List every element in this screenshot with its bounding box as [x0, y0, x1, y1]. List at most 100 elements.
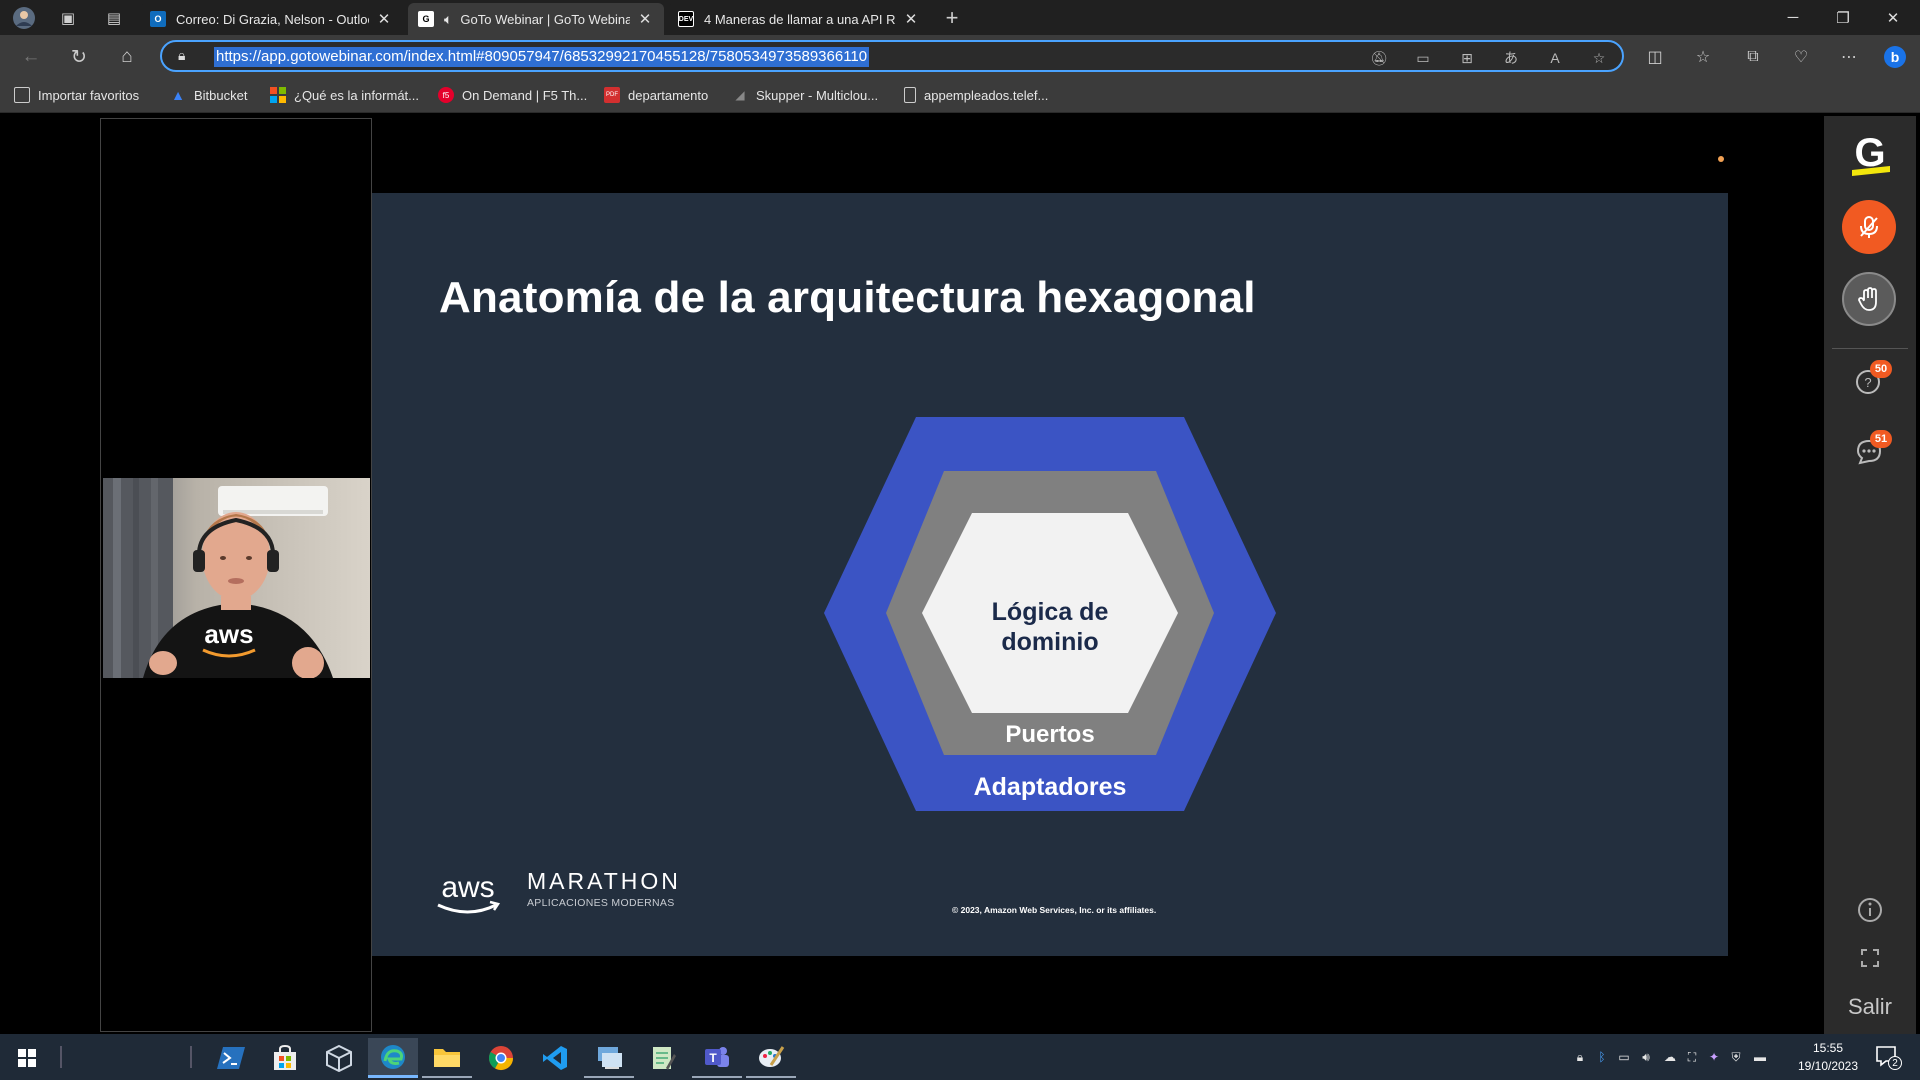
virtualbox-icon: [326, 1044, 352, 1072]
taskbar-chrome[interactable]: [476, 1038, 526, 1078]
sidebar-divider: [1832, 348, 1908, 349]
collections-icon[interactable]: ⧉: [1738, 42, 1768, 72]
raise-hand-button[interactable]: [1842, 272, 1896, 326]
bookmark-departamento[interactable]: PDF departamento: [604, 85, 708, 105]
microphone-button[interactable]: [1842, 200, 1896, 254]
presenter-webcam[interactable]: aws: [103, 478, 370, 678]
network-icon[interactable]: ▭: [1616, 1049, 1632, 1065]
volume-icon[interactable]: 🔊︎: [1638, 1049, 1654, 1065]
favorites-icon[interactable]: ☆: [1688, 42, 1718, 72]
audio-playing-icon[interactable]: 🔈︎: [444, 11, 452, 28]
back-icon[interactable]: ←: [16, 42, 46, 72]
shirt-logo-text: aws: [204, 619, 253, 649]
taskbar-notepad[interactable]: [638, 1038, 688, 1078]
presentation-slide: Anatomía de la arquitectura hexagonal Ló…: [372, 193, 1728, 956]
fullscreen-button[interactable]: [1858, 946, 1882, 970]
bookmark-label: Skupper - Multiclou...: [756, 87, 879, 103]
taskbar-divider: [60, 1046, 62, 1068]
taskbar-teams[interactable]: T: [692, 1038, 742, 1078]
profile-avatar[interactable]: [10, 4, 38, 32]
close-window-icon[interactable]: ✕: [1870, 0, 1916, 35]
svg-text:b: b: [1891, 49, 1900, 65]
questions-badge: 50: [1870, 360, 1892, 378]
favorite-star-icon[interactable]: ☆: [1588, 48, 1610, 68]
read-aloud-icon[interactable]: A: [1544, 48, 1566, 68]
info-button[interactable]: [1856, 896, 1884, 924]
notifications-blocked-icon[interactable]: 🔕︎: [1368, 48, 1390, 68]
taskbar-edge[interactable]: [368, 1038, 418, 1078]
bookmark-skupper[interactable]: ◢ Skupper - Multiclou...: [732, 85, 878, 105]
bookmark-appempleados[interactable]: appempleados.telef...: [904, 85, 1048, 105]
bookmark-label: appempleados.telef...: [924, 87, 1049, 103]
folder-icon: [434, 1049, 460, 1067]
event-subtitle: APLICACIONES MODERNAS: [527, 897, 675, 909]
vpn-tray-icon[interactable]: 🔒︎: [1572, 1049, 1588, 1065]
goto-icon: G: [418, 11, 434, 27]
tab-title: Correo: Di Grazia, Nelson - Outlook: [176, 11, 369, 27]
bookmark-import[interactable]: Importar favoritos: [14, 85, 139, 105]
lock-icon[interactable]: 🔒︎: [178, 47, 185, 64]
split-screen-icon[interactable]: ◫: [1640, 42, 1670, 72]
more-options-icon[interactable]: ⋯: [1834, 42, 1864, 72]
paint-icon: [759, 1046, 785, 1067]
new-tab-button[interactable]: +: [938, 4, 966, 32]
domain-logic-line1: Lógica de: [991, 598, 1109, 626]
chat-button[interactable]: 51: [1854, 430, 1892, 468]
pdf-icon: PDF: [604, 87, 620, 103]
goto-sidebar: G ? 50 51 Salir: [1824, 116, 1916, 1034]
teams-tray-icon[interactable]: ✦: [1706, 1049, 1722, 1065]
grid-icon[interactable]: ⊞: [1456, 48, 1478, 68]
svg-text:T: T: [709, 1051, 717, 1065]
browser-titlebar: ▣ ▤ O Correo: Di Grazia, Nelson - Outloo…: [0, 0, 1920, 35]
tab-actions-icon[interactable]: ▤: [100, 4, 128, 32]
teams-icon: T: [705, 1047, 729, 1067]
taskbar-file-explorer[interactable]: [422, 1038, 472, 1078]
vscode-icon: [543, 1046, 567, 1070]
app-available-icon[interactable]: ▭: [1412, 48, 1434, 68]
home-icon[interactable]: ⌂: [112, 42, 142, 72]
tab-outlook[interactable]: O Correo: Di Grazia, Nelson - Outlook ✕: [140, 3, 403, 35]
bookmark-bitbucket[interactable]: ▲ Bitbucket: [170, 85, 247, 105]
edge-icon: [381, 1044, 405, 1069]
restore-icon[interactable]: ❐: [1820, 0, 1866, 35]
minimize-icon[interactable]: ─: [1770, 0, 1816, 35]
translate-icon[interactable]: あ: [1500, 48, 1522, 68]
close-tab-icon[interactable]: ✕: [902, 10, 920, 28]
taskbar-virtualbox[interactable]: [314, 1038, 364, 1078]
cloud-tray-icon[interactable]: ☁: [1662, 1049, 1678, 1065]
copilot-icon[interactable]: b: [1880, 42, 1910, 72]
taskbar-store[interactable]: [260, 1038, 310, 1078]
workspaces-icon[interactable]: ▣: [54, 4, 82, 32]
bluetooth-icon[interactable]: ᛒ: [1594, 1049, 1610, 1065]
screen-tray-icon[interactable]: ⛶: [1684, 1049, 1700, 1065]
tab-goto-webinar[interactable]: G 🔈︎ GoTo Webinar | GoTo Webinar ✕: [408, 3, 664, 35]
questions-button[interactable]: ? 50: [1854, 360, 1892, 398]
bookmark-informatica[interactable]: ¿Qué es la informát...: [270, 85, 419, 105]
bookmark-f5[interactable]: f5 On Demand | F5 Th...: [438, 85, 587, 105]
url-text[interactable]: https://app.gotowebinar.com/index.html#8…: [214, 47, 870, 67]
exit-button[interactable]: Salir: [1824, 994, 1916, 1020]
chrome-icon: [488, 1046, 513, 1071]
event-name: MARATHON: [527, 868, 681, 894]
close-tab-icon[interactable]: ✕: [636, 10, 654, 28]
battery-icon[interactable]: ▬: [1752, 1049, 1768, 1065]
notification-center-button[interactable]: 2: [1874, 1044, 1908, 1072]
system-clock[interactable]: 15:55 19/10/2023: [1773, 1039, 1883, 1075]
refresh-icon[interactable]: ↻: [64, 42, 94, 72]
aws-logo: aws: [437, 871, 501, 914]
taskbar-vscode[interactable]: [530, 1038, 580, 1078]
goto-logo: G: [1846, 133, 1894, 178]
taskbar-paint[interactable]: [746, 1038, 796, 1078]
security-tray-icon[interactable]: ⛨: [1728, 1049, 1744, 1065]
slide-copyright: © 2023, Amazon Web Services, Inc. or its…: [952, 905, 1157, 915]
taskbar-powershell[interactable]: [206, 1038, 256, 1078]
fullscreen-icon: [1861, 949, 1879, 967]
taskbar-remote-desktop[interactable]: [584, 1038, 634, 1078]
bookmark-label: Bitbucket: [194, 87, 248, 103]
start-button[interactable]: [2, 1038, 52, 1078]
tab-dev-api[interactable]: DEV 4 Maneras de llamar a una API Rest ✕: [668, 3, 930, 35]
address-bar[interactable]: 🔒︎ https://app.gotowebinar.com/index.htm…: [160, 40, 1624, 72]
outlook-icon: O: [150, 11, 166, 27]
close-tab-icon[interactable]: ✕: [375, 10, 393, 28]
browser-essentials-icon[interactable]: ♡: [1786, 42, 1816, 72]
